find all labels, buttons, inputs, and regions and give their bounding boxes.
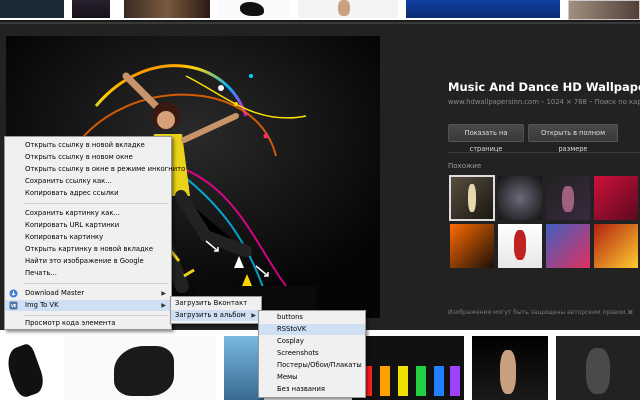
bottom-thumbnail-1[interactable] [0,336,56,400]
submenu-upload-vk[interactable]: Загрузить Вконтакт [171,298,261,309]
menu-copy-link-address[interactable]: Копировать адрес ссылки [5,188,171,199]
bottom-thumbnail-4[interactable] [352,336,464,400]
image-meta: www.hdwallpapersinn.com – 1024 × 768 – П… [448,98,640,106]
menu-img-to-vk-label: Img To VK [25,301,59,309]
menu-copy-image-url[interactable]: Копировать URL картинки [5,220,171,231]
open-full-size-button[interactable]: Открыть в полном размере [528,124,618,153]
download-master-icon [9,289,18,298]
menu-open-link-new-window[interactable]: Открыть ссылку в новом окне [5,152,171,163]
similar-thumbnail-8[interactable] [594,224,638,268]
album-item-screenshots[interactable]: Screenshots [259,348,365,359]
img-to-vk-submenu: Загрузить Вконтакт Загрузить в альбом ▶ [170,296,262,324]
album-item-memes[interactable]: Мемы [259,372,365,383]
bottom-thumbnail-2[interactable] [64,336,216,400]
menu-save-link-as[interactable]: Сохранить ссылку как... [5,176,171,187]
context-menu: Открыть ссылку в новой вкладке Открыть с… [4,136,185,330]
bottom-thumbnail-6[interactable] [556,336,640,400]
similar-thumbnail-3[interactable] [546,176,590,220]
show-on-page-button[interactable]: Показать на странице [448,124,524,153]
top-thumbnail-2[interactable] [72,0,110,18]
similar-images-label: Похожие [448,162,482,170]
detail-divider [448,152,640,153]
image-title[interactable]: Music And Dance HD Wallpapers | HD [448,80,640,94]
panel-top-border [0,22,640,24]
album-submenu: buttons RSStoVK Cosplay Screenshots Пост… [258,310,366,398]
album-item-posters[interactable]: Постеры/Обои/Плакаты [259,360,365,371]
album-item-buttons[interactable]: buttons [259,312,365,323]
copyright-notice: Изображения могут быть защищены авторски… [448,309,628,316]
image-dimensions: 1024 × 768 [546,98,587,106]
submenu-upload-to-album[interactable]: Загрузить в альбом ▶ [171,310,261,321]
submenu-arrow-icon: ▶ [251,312,256,319]
similar-thumbnail-6[interactable] [498,224,542,268]
image-source-link[interactable]: www.hdwallpapersinn.com [448,98,539,106]
menu-inspect-element[interactable]: Просмотр кода элемента [5,318,171,329]
menu-print[interactable]: Печать... [5,268,171,279]
menu-copy-image[interactable]: Копировать картинку [5,232,171,243]
top-thumbnail-3[interactable] [124,0,210,18]
similar-thumbnail-4[interactable] [594,176,638,220]
menu-open-image-new-tab[interactable]: Открыть картинку в новой вкладке [5,244,171,255]
top-thumbnail-1[interactable] [0,0,64,18]
submenu-arrow-icon: ▶ [161,290,166,297]
album-item-rsstovk[interactable]: RSStoVK [259,324,365,335]
menu-download-master[interactable]: Download Master ▶ [5,288,171,299]
menu-download-master-label: Download Master [25,289,85,297]
menu-img-to-vk[interactable]: Img To VK ▶ [5,300,171,311]
album-item-untitled[interactable]: Без названия [259,384,365,395]
top-thumbnail-6[interactable] [406,0,560,18]
img-to-vk-icon [9,301,18,310]
similar-thumbnail-7[interactable] [546,224,590,268]
similar-thumbnail-1[interactable] [449,175,495,221]
top-thumbnail-7-selected[interactable] [568,0,640,20]
menu-open-link-new-tab[interactable]: Открыть ссылку в новой вкладке [5,140,171,151]
menu-save-image-as[interactable]: Сохранить картинку как... [5,208,171,219]
menu-separator [23,315,168,316]
similar-thumbnail-2[interactable] [498,176,542,220]
menu-separator [23,203,168,204]
menu-separator [23,283,168,284]
similar-thumbnail-5[interactable] [450,224,494,268]
top-thumbnail-5[interactable] [298,0,398,18]
menu-search-image-google[interactable]: Найти это изображение в Google [5,256,171,267]
top-thumbnail-4[interactable] [218,0,290,18]
menu-open-link-incognito[interactable]: Открыть ссылку в окне в режиме инкогнито [5,164,185,175]
bottom-thumbnail-5[interactable] [472,336,548,400]
submenu-arrow-icon: ▶ [161,302,166,309]
close-icon[interactable]: ✕ [627,308,634,317]
search-by-image-link[interactable]: Поиск по картинке [595,98,640,106]
album-item-cosplay[interactable]: Cosplay [259,336,365,347]
submenu-upload-to-album-label: Загрузить в альбом [175,311,246,319]
